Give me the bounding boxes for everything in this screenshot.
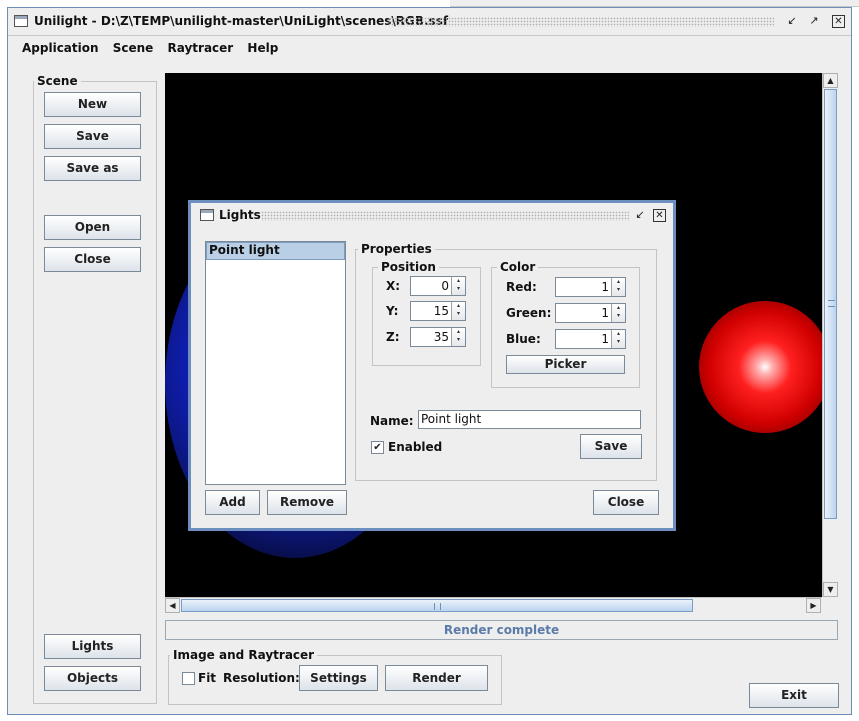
x-spinner[interactable]: 0 ▴ ▾ (410, 276, 466, 296)
z-value[interactable]: 35 (411, 330, 449, 344)
minimize-icon[interactable]: ↙ (785, 14, 799, 28)
menu-application[interactable]: Application (22, 41, 99, 55)
objects-button[interactable]: Objects (44, 666, 141, 691)
render-button[interactable]: Render (385, 665, 488, 691)
green-label: Green: (506, 306, 552, 320)
scroll-left-icon[interactable]: ◀ (165, 598, 180, 613)
lights-dialog-titlebar[interactable]: Lights ↙ ✕ (191, 203, 673, 227)
window-title: Unilight - D:\Z\TEMP\unilight-master\Uni… (34, 14, 449, 28)
red-spinner-arrows-icon[interactable]: ▴ ▾ (611, 278, 625, 296)
menu-bar: Application Scene Raytracer Help (22, 41, 288, 55)
red-label: Red: (506, 280, 537, 294)
menu-raytracer[interactable]: Raytracer (168, 41, 234, 55)
y-label: Y: (386, 304, 399, 318)
lights-list[interactable]: Point light (205, 241, 346, 485)
close-scene-button[interactable]: Close (44, 247, 141, 272)
menu-help[interactable]: Help (247, 41, 278, 55)
new-button[interactable]: New (44, 92, 141, 117)
horizontal-scrollbar[interactable]: ◀ ▶ (165, 597, 822, 613)
horizontal-scroll-thumb[interactable] (181, 599, 693, 612)
scroll-up-icon[interactable]: ▲ (823, 73, 838, 88)
green-spinner[interactable]: 1 ▴ ▾ (555, 303, 626, 323)
save-button[interactable]: Save (44, 124, 141, 149)
menu-scene[interactable]: Scene (113, 41, 154, 55)
dialog-maximize-icon[interactable]: ↙ (633, 208, 647, 222)
close-dialog-button[interactable]: Close (593, 490, 659, 515)
background-window-edge (450, 0, 859, 7)
render-status: Render complete (165, 620, 838, 640)
green-spinner-arrows-icon[interactable]: ▴ ▾ (611, 304, 625, 322)
z-label: Z: (386, 330, 400, 344)
dialog-window-icon (200, 209, 214, 221)
save-as-button[interactable]: Save as (44, 156, 141, 181)
scroll-right-icon[interactable]: ▶ (806, 598, 821, 613)
list-item[interactable]: Point light (206, 242, 345, 260)
enabled-label: Enabled (388, 440, 443, 454)
lights-dialog-body: Lights ↙ ✕ Point light Properties Positi… (191, 203, 673, 528)
scroll-down-icon[interactable]: ▼ (823, 582, 838, 597)
dialog-close-icon[interactable]: ✕ (653, 209, 666, 222)
lights-dialog-title: Lights (219, 208, 261, 222)
lights-button[interactable]: Lights (44, 634, 141, 659)
green-value[interactable]: 1 (556, 306, 609, 320)
position-label: Position (378, 260, 439, 274)
blue-label: Blue: (506, 332, 541, 346)
save-light-button[interactable]: Save (580, 434, 642, 459)
app-window-icon (14, 15, 28, 27)
image-raytracer-label: Image and Raytracer (170, 648, 318, 662)
fit-label: Fit (198, 671, 217, 685)
scene-group-label: Scene (34, 74, 81, 88)
x-label: X: (386, 279, 401, 293)
enabled-checkbox[interactable]: ✔ (371, 441, 384, 454)
dialog-title-grip (261, 211, 629, 221)
title-bar[interactable]: Unilight - D:\Z\TEMP\unilight-master\Uni… (8, 8, 851, 36)
y-spinner[interactable]: 15 ▴ ▾ (410, 301, 466, 321)
add-light-button[interactable]: Add (205, 490, 260, 515)
resolution-label: Resolution: (223, 671, 300, 685)
name-field[interactable]: Point light (418, 410, 641, 429)
remove-light-button[interactable]: Remove (267, 490, 347, 515)
x-value[interactable]: 0 (411, 279, 449, 293)
properties-label: Properties (358, 242, 435, 256)
z-spinner-arrows-icon[interactable]: ▴ ▾ (451, 328, 465, 346)
z-spinner[interactable]: 35 ▴ ▾ (410, 327, 466, 347)
picker-button[interactable]: Picker (506, 355, 625, 374)
y-spinner-arrows-icon[interactable]: ▴ ▾ (451, 302, 465, 320)
blue-spinner[interactable]: 1 ▴ ▾ (555, 329, 626, 349)
vertical-scrollbar[interactable]: ▲ ▼ (822, 73, 838, 597)
y-value[interactable]: 15 (411, 304, 449, 318)
lights-dialog: Lights ↙ ✕ Point light Properties Positi… (188, 200, 676, 531)
close-icon[interactable]: ✕ (832, 15, 845, 28)
maximize-icon[interactable]: ↗ (807, 14, 821, 28)
red-spinner[interactable]: 1 ▴ ▾ (555, 277, 626, 297)
open-button[interactable]: Open (44, 215, 141, 240)
settings-button[interactable]: Settings (299, 665, 378, 691)
red-value[interactable]: 1 (556, 280, 609, 294)
red-sphere (699, 301, 822, 433)
name-label: Name: (370, 414, 414, 428)
color-label: Color (497, 260, 539, 274)
blue-spinner-arrows-icon[interactable]: ▴ ▾ (611, 330, 625, 348)
vertical-scroll-thumb[interactable] (824, 89, 837, 519)
title-grip (388, 17, 774, 27)
exit-button[interactable]: Exit (749, 683, 839, 708)
fit-checkbox[interactable] (182, 672, 195, 685)
blue-value[interactable]: 1 (556, 332, 609, 346)
x-spinner-arrows-icon[interactable]: ▴ ▾ (451, 277, 465, 295)
